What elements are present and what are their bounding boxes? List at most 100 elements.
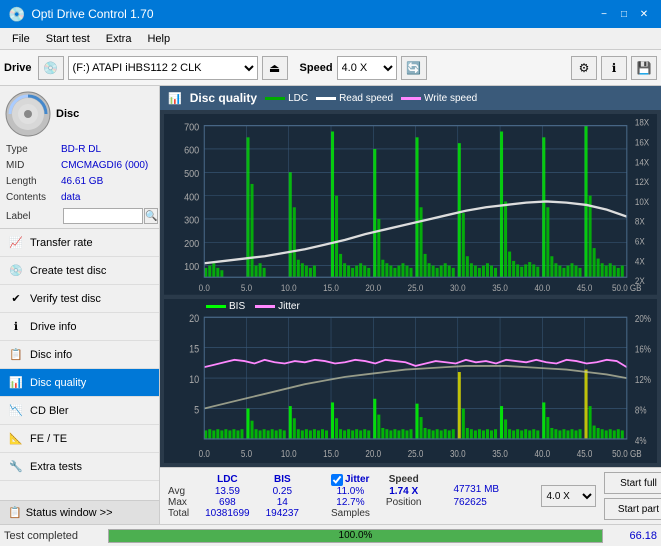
settings-button[interactable]: ⚙ [571,56,597,80]
eject-button[interactable]: ⏏ [262,56,288,80]
position-value: 47731 MB [453,484,499,495]
refresh-button[interactable]: 🔄 [401,56,427,80]
sidebar-item-create-test-disc[interactable]: 💿 Create test disc [0,257,159,285]
charts-area: 700 600 500 400 300 200 100 18X 16X 14X … [160,110,661,467]
maximize-button[interactable]: □ [615,5,633,23]
svg-text:0.0: 0.0 [199,448,210,459]
label-input[interactable] [63,208,143,224]
sidebar-item-disc-quality[interactable]: 📊 Disc quality [0,369,159,397]
disc-info-label: Disc info [30,349,72,361]
speed-select-container: 4.0 X 2.0 X 8.0 X [541,485,596,507]
svg-text:10.0: 10.0 [281,448,297,459]
start-part-button[interactable]: Start part [604,498,661,520]
status-window-button[interactable]: 📋 Status window >> [0,500,159,524]
disc-panel: Disc Type BD-R DL MID CMCMAGDI6 (000) Le… [0,86,159,229]
avg-speed: 1.74 X [378,486,430,497]
toolbar: Drive 💿 (F:) ATAPI iHBS112 2 CLK ⏏ Speed… [0,50,661,86]
max-label: Max [168,497,197,508]
nav-items: 📈 Transfer rate 💿 Create test disc ✔ Ver… [0,229,159,500]
disc-quality-icon-header: 📊 [168,92,182,105]
samples-label: Samples [323,508,378,519]
svg-text:16X: 16X [635,137,649,148]
sidebar-item-extra-tests[interactable]: 🔧 Extra tests [0,453,159,481]
svg-text:25.0: 25.0 [408,448,424,459]
content-area: 📊 Disc quality LDC Read speed Write spee… [160,86,661,524]
position-samples: 47731 MB 762625 [453,484,533,508]
menu-file[interactable]: File [4,31,38,47]
menu-extra[interactable]: Extra [98,31,140,47]
svg-text:10.0: 10.0 [281,283,297,294]
svg-text:20.0: 20.0 [365,283,381,294]
speed-test-select[interactable]: 4.0 X 2.0 X 8.0 X [541,485,596,507]
svg-text:5: 5 [194,404,199,416]
sidebar-item-drive-info[interactable]: ℹ Drive info [0,313,159,341]
speed-select[interactable]: 4.0 X 2.0 X 8.0 X [337,56,397,80]
samples-row: 762625 [453,497,533,508]
avg-label: Avg [168,486,197,497]
sidebar-item-verify-test-disc[interactable]: ✔ Verify test disc [0,285,159,313]
svg-text:16%: 16% [635,344,651,355]
speed-display: 66.18 [607,530,657,542]
svg-text:4%: 4% [635,435,647,446]
minimize-button[interactable]: − [595,5,613,23]
close-button[interactable]: ✕ [635,5,653,23]
fe-te-label: FE / TE [30,433,67,445]
label-icon-btn[interactable]: 🔍 [144,208,158,224]
menu-help[interactable]: Help [139,31,178,47]
svg-text:35.0: 35.0 [492,448,508,459]
svg-text:100: 100 [184,262,200,274]
svg-text:40.0: 40.0 [534,283,550,294]
start-full-button[interactable]: Start full [604,472,661,494]
svg-text:10X: 10X [635,196,649,207]
disc-quality-label: Disc quality [30,377,86,389]
svg-text:40.0: 40.0 [534,448,550,459]
extra-tests-label: Extra tests [30,461,82,473]
drive-select[interactable]: (F:) ATAPI iHBS112 2 CLK [68,56,258,80]
svg-text:45.0: 45.0 [577,448,593,459]
progress-text: 100.0% [109,530,602,542]
sidebar-item-transfer-rate[interactable]: 📈 Transfer rate [0,229,159,257]
svg-text:15.0: 15.0 [323,283,339,294]
jitter-checkbox[interactable] [331,474,343,486]
cd-bler-icon: 📉 [8,403,24,419]
type-label: Type [6,142,61,158]
position-row: 47731 MB [453,484,533,495]
transfer-rate-label: Transfer rate [30,237,93,249]
contents-label: Contents [6,190,61,206]
avg-ldc: 13.59 [197,486,258,497]
save-button[interactable]: 💾 [631,56,657,80]
sidebar-item-fe-te[interactable]: 📐 FE / TE [0,425,159,453]
mid-label: MID [6,158,61,174]
svg-text:15.0: 15.0 [323,448,339,459]
legend-write-speed-label: Write speed [424,93,477,104]
verify-test-disc-icon: ✔ [8,291,24,307]
legend-ldc-label: LDC [288,93,308,104]
avg-bis: 0.25 [258,486,307,497]
svg-text:5.0: 5.0 [241,448,252,459]
svg-text:12%: 12% [635,374,651,385]
disc-type-row: Type BD-R DL [4,142,155,158]
sidebar-item-disc-info[interactable]: 📋 Disc info [0,341,159,369]
type-value: BD-R DL [61,142,153,158]
drive-label: Drive [4,62,32,74]
svg-text:50.0 GB: 50.0 GB [612,283,642,294]
total-row: Total 10381699 194237 Samples [168,508,445,519]
avg-jitter: 11.0% [323,486,378,497]
bis-chart: BIS Jitter [164,299,657,463]
menu-start-test[interactable]: Start test [38,31,98,47]
svg-text:5.0: 5.0 [241,283,252,294]
info-button[interactable]: ℹ [601,56,627,80]
length-label: Length [6,174,61,190]
chart-header: 📊 Disc quality LDC Read speed Write spee… [160,86,661,110]
svg-text:35.0: 35.0 [492,283,508,294]
svg-text:6X: 6X [635,236,645,247]
legend-read-speed: Read speed [316,93,393,104]
total-label: Total [168,508,197,519]
disc-header: Disc [4,90,155,138]
svg-text:18X: 18X [635,117,649,128]
drive-icon-btn[interactable]: 💿 [38,56,64,80]
create-test-disc-icon: 💿 [8,263,24,279]
legend-bis-label: BIS [229,301,245,312]
sidebar-item-cd-bler[interactable]: 📉 CD Bler [0,397,159,425]
stats-panel: LDC BIS Jitter Speed [160,467,661,524]
